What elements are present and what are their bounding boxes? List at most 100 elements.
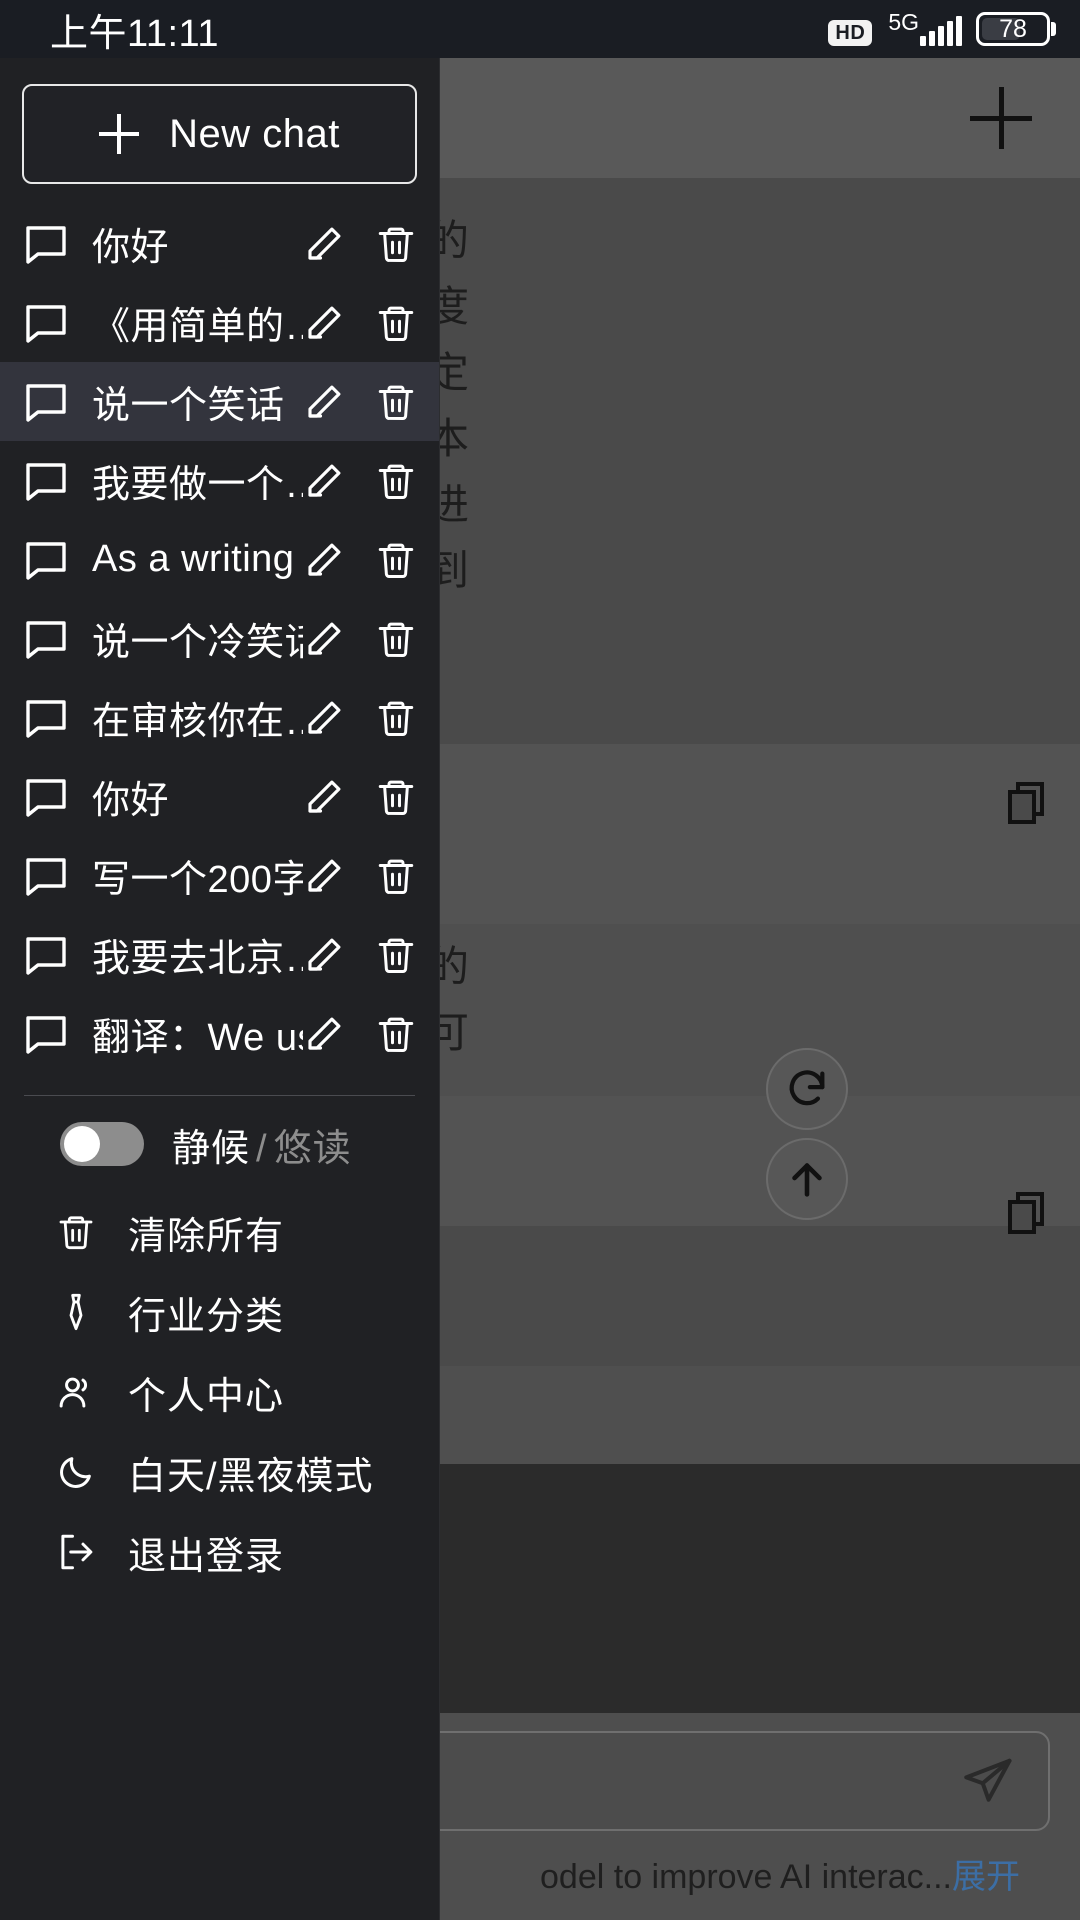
- chat-list-item[interactable]: 我要做一个…: [0, 441, 439, 520]
- battery-level-text: 78: [999, 14, 1027, 43]
- network-type-label: 5G: [888, 9, 919, 35]
- chat-row-actions: [303, 539, 417, 581]
- chat-item-title: 翻译：We us…: [92, 1017, 303, 1059]
- edit-chat-icon[interactable]: [303, 697, 345, 739]
- chat-item-title: 说一个笑话: [92, 385, 285, 427]
- users-icon: [52, 1368, 100, 1416]
- copy-icon[interactable]: [1008, 782, 1044, 824]
- menu-item-industry-category[interactable]: 行业分类: [0, 1272, 439, 1352]
- chat-item-title: 你好: [92, 780, 170, 822]
- chat-item-title: 我要去北京…: [92, 938, 303, 980]
- network-indicator: 5G: [886, 11, 962, 46]
- edit-chat-icon[interactable]: [303, 302, 345, 344]
- new-chat-label: New chat: [169, 111, 340, 156]
- delete-chat-icon[interactable]: [375, 223, 417, 265]
- edit-chat-icon[interactable]: [303, 776, 345, 818]
- delete-chat-icon[interactable]: [375, 381, 417, 423]
- arrow-up-icon: [792, 1163, 822, 1197]
- chat-list-item[interactable]: 你好: [0, 757, 439, 836]
- edit-chat-icon[interactable]: [303, 223, 345, 265]
- menu-item-clear-all[interactable]: 清除所有: [0, 1192, 439, 1272]
- delete-chat-icon[interactable]: [375, 1013, 417, 1055]
- status-bar: 上午11:11 HD 5G 78: [0, 0, 1080, 58]
- chat-bubble-icon: [22, 933, 70, 977]
- sidebar-drawer: New chat 你好 《用简单的… 说一个笑话 我要做一个… As a wri…: [0, 58, 440, 1920]
- chat-history-list[interactable]: 你好 《用简单的… 说一个笑话 我要做一个… As a writing … 说一…: [0, 204, 439, 1073]
- chat-item-title: As a writing …: [92, 538, 303, 580]
- chat-row-actions: [303, 223, 417, 265]
- chat-row-actions: [303, 302, 417, 344]
- chat-list-item[interactable]: 说一个冷笑话: [0, 599, 439, 678]
- delete-chat-icon[interactable]: [375, 934, 417, 976]
- chat-item-title: 《用简单的…: [92, 306, 303, 348]
- chat-bubble-icon: [22, 222, 70, 266]
- chat-row-actions: [303, 855, 417, 897]
- menu-item-label: 白天/黑夜模式: [128, 1455, 374, 1498]
- edit-chat-icon[interactable]: [303, 381, 345, 423]
- chat-bubble-icon: [22, 301, 70, 345]
- trash-icon: [52, 1208, 100, 1256]
- menu-item-personal-center[interactable]: 个人中心: [0, 1352, 439, 1432]
- edit-chat-icon[interactable]: [303, 460, 345, 502]
- edit-chat-icon[interactable]: [303, 1013, 345, 1055]
- chat-list-item[interactable]: 写一个200字…: [0, 836, 439, 915]
- chat-row-actions: [303, 697, 417, 739]
- chat-item-title: 在审核你在…: [92, 701, 303, 743]
- chat-row-actions: [303, 460, 417, 502]
- toggle-label-separator: /: [256, 1127, 268, 1170]
- refresh-button[interactable]: [766, 1048, 848, 1130]
- chat-list-item[interactable]: 《用简单的…: [0, 283, 439, 362]
- delete-chat-icon[interactable]: [375, 460, 417, 502]
- send-icon[interactable]: [960, 1754, 1014, 1808]
- delete-chat-icon[interactable]: [375, 302, 417, 344]
- chat-list-item[interactable]: 你好: [0, 204, 439, 283]
- chat-bubble-icon: [22, 854, 70, 898]
- logout-icon: [52, 1528, 100, 1576]
- menu-item-theme-mode[interactable]: 白天/黑夜模式: [0, 1432, 439, 1512]
- scroll-top-button[interactable]: [766, 1138, 848, 1220]
- menu-item-label: 清除所有: [128, 1215, 285, 1258]
- chat-item-title: 你好: [92, 227, 170, 269]
- edit-chat-icon[interactable]: [303, 855, 345, 897]
- app-root: at8 通常表现为持续上涨的 ，但仍然存在涨跌幅度 进行这种投资时，一定 要了解…: [0, 0, 1080, 1920]
- chat-bubble-icon: [22, 1012, 70, 1056]
- new-chat-plus-icon[interactable]: [970, 87, 1032, 149]
- chat-item-title: 我要做一个…: [92, 464, 303, 506]
- chat-row-actions: [303, 776, 417, 818]
- chat-row-actions: [303, 1013, 417, 1055]
- hd-badge-icon: HD: [828, 20, 873, 46]
- chat-list-item[interactable]: 翻译：We us…: [0, 994, 439, 1073]
- edit-chat-icon[interactable]: [303, 934, 345, 976]
- mode-toggle-row[interactable]: 静候 / 悠读: [0, 1096, 439, 1192]
- chat-item-title: 说一个冷笑话: [92, 622, 303, 664]
- delete-chat-icon[interactable]: [375, 539, 417, 581]
- delete-chat-icon[interactable]: [375, 618, 417, 660]
- chat-row-actions: [303, 934, 417, 976]
- chat-bubble-icon: [22, 775, 70, 819]
- drawer-bottom-menu: 静候 / 悠读 清除所有 行业分类 个人中心 白天/黑夜模式 退出登录: [0, 1096, 439, 1602]
- menu-item-label: 个人中心: [128, 1375, 285, 1418]
- chat-list-item[interactable]: 在审核你在…: [0, 678, 439, 757]
- menu-item-label: 退出登录: [128, 1535, 285, 1578]
- footer-disclaimer-text: odel to improve AI interac...: [540, 1858, 952, 1896]
- chat-list-item[interactable]: As a writing …: [0, 520, 439, 599]
- moon-icon: [52, 1448, 100, 1496]
- mode-toggle-labels: 静候 / 悠读: [172, 1117, 352, 1172]
- copy-icon[interactable]: [1008, 1192, 1044, 1234]
- mode-toggle-switch[interactable]: [60, 1122, 144, 1166]
- delete-chat-icon[interactable]: [375, 855, 417, 897]
- delete-chat-icon[interactable]: [375, 697, 417, 739]
- chat-bubble-icon: [22, 538, 70, 582]
- delete-chat-icon[interactable]: [375, 776, 417, 818]
- refresh-icon: [789, 1070, 825, 1106]
- expand-link[interactable]: 展开: [952, 1858, 1020, 1896]
- edit-chat-icon[interactable]: [303, 618, 345, 660]
- toggle-label-on: 静候: [172, 1127, 251, 1170]
- chat-list-item[interactable]: 我要去北京…: [0, 915, 439, 994]
- menu-item-logout[interactable]: 退出登录: [0, 1512, 439, 1592]
- chat-list-item[interactable]: 说一个笑话: [0, 362, 439, 441]
- edit-chat-icon[interactable]: [303, 539, 345, 581]
- chat-bubble-icon: [22, 380, 70, 424]
- toggle-label-off: 悠读: [273, 1127, 352, 1170]
- new-chat-button[interactable]: New chat: [22, 84, 417, 184]
